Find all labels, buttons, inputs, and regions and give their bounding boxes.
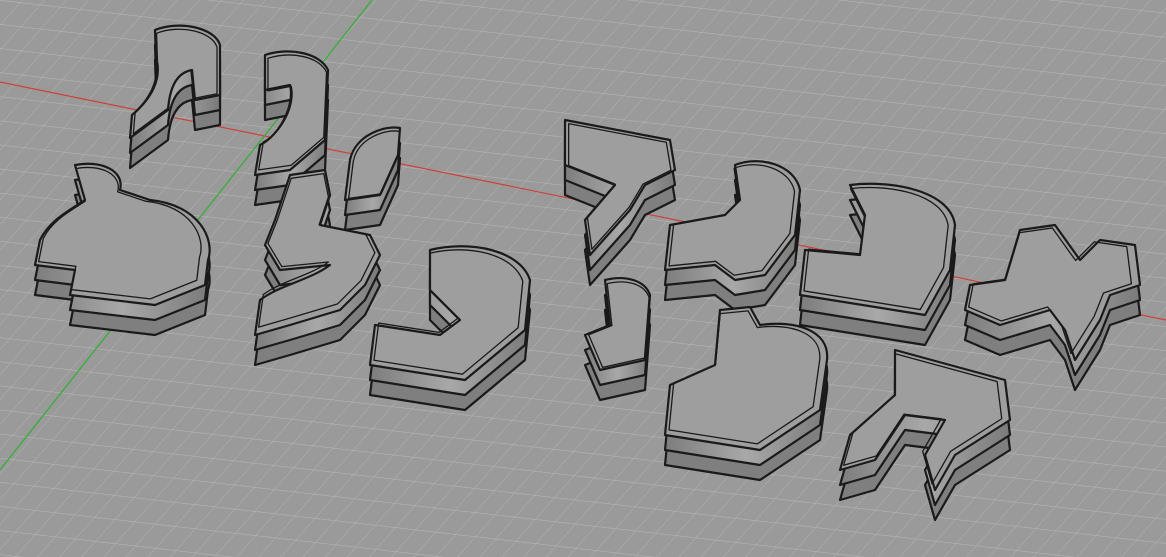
- viewport-canvas[interactable]: [0, 0, 1166, 557]
- 3d-viewport[interactable]: [0, 0, 1166, 557]
